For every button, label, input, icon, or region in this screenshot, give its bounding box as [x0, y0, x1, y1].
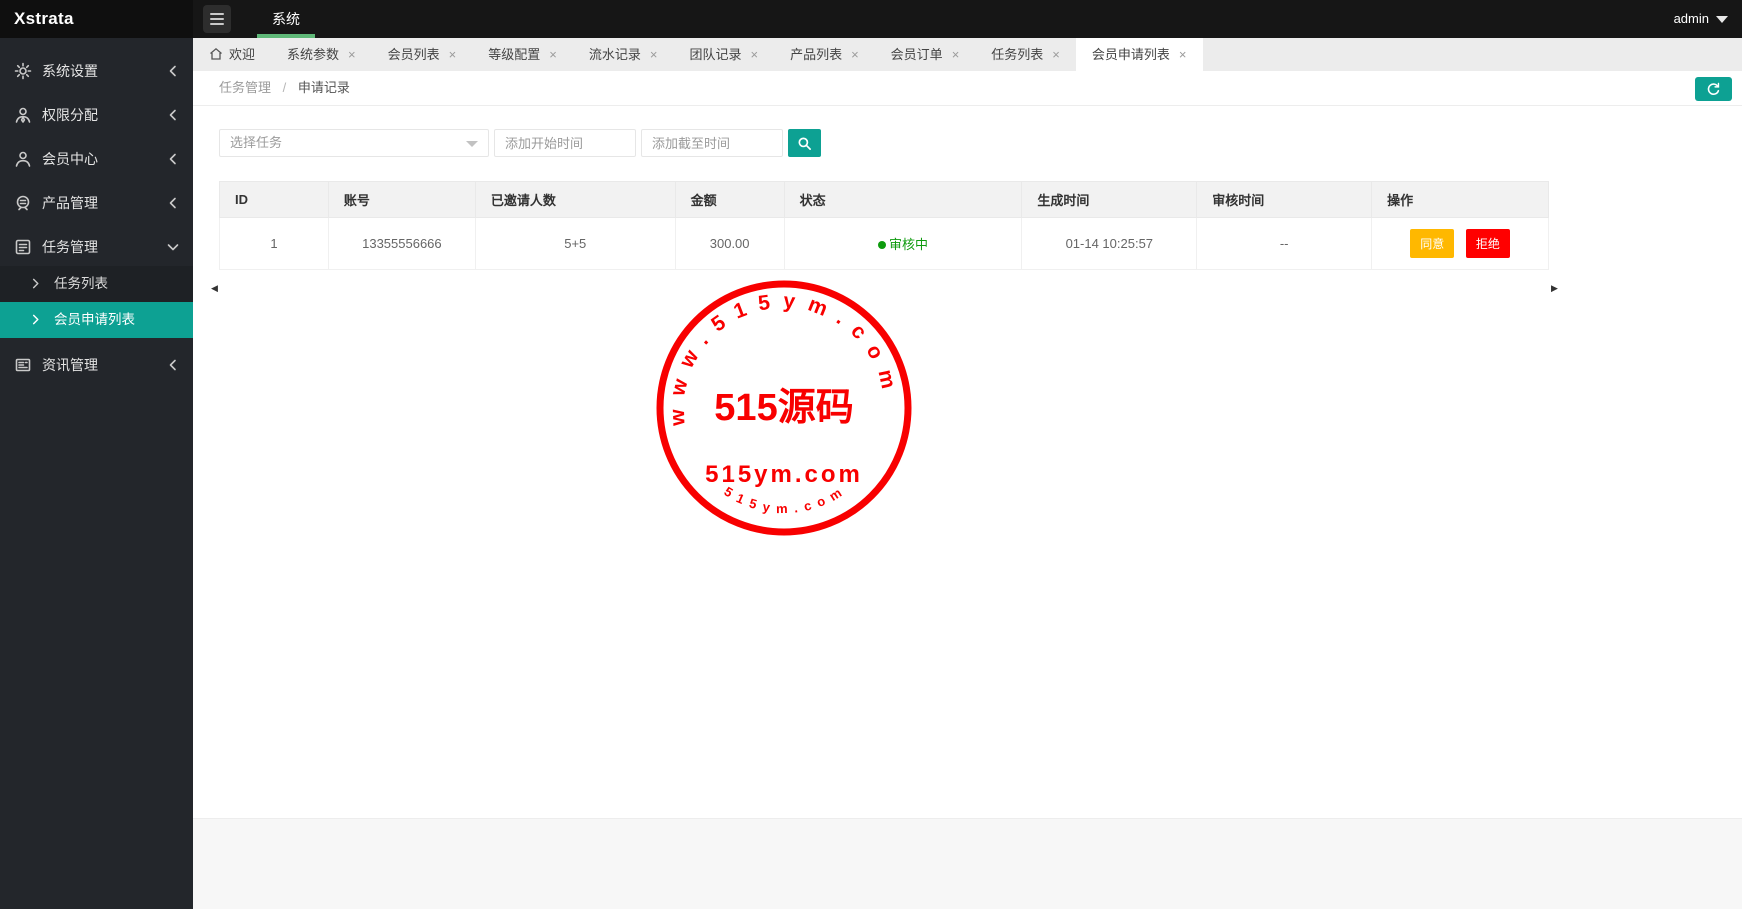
app-logo: Xstrata [0, 0, 193, 38]
breadcrumb-parent[interactable]: 任务管理 [219, 80, 271, 95]
col-header-created-time: 生成时间 [1021, 181, 1198, 218]
tab-system-params[interactable]: 系统参数 × [271, 38, 372, 71]
search-icon [798, 137, 811, 150]
cell-id: 1 [219, 217, 329, 270]
cell-account: 13355556666 [327, 217, 476, 270]
table-row: 1 13355556666 5+5 300.00 审核中 01-14 10:25… [219, 217, 1549, 270]
chevron-left-icon [169, 359, 176, 371]
sidebar-item-product-management[interactable]: 产品管理 [0, 186, 193, 220]
close-icon[interactable]: × [1052, 48, 1060, 61]
search-button[interactable] [788, 129, 821, 157]
sidebar: 系统设置 权限分配 会员中心 产品管理 任务管理 任务列表 会员申请列表 资讯管… [0, 38, 193, 909]
tab-flow-records[interactable]: 流水记录 × [573, 38, 674, 71]
page-content: 选择任务 ID 账号 已邀请人数 金额 [193, 107, 1742, 818]
col-header-actions: 操作 [1371, 181, 1549, 218]
approve-button[interactable]: 同意 [1410, 229, 1455, 258]
cell-review-time: -- [1196, 217, 1373, 270]
filter-row: 选择任务 [219, 129, 821, 157]
chevron-right-icon [32, 278, 39, 289]
active-nav-underline [257, 34, 315, 38]
close-icon[interactable]: × [449, 48, 457, 61]
close-icon[interactable]: × [750, 48, 758, 61]
tab-bar: 欢迎 系统参数 × 会员列表 × 等级配置 × 流水记录 × 团队记录 × 产品列表 × 会… [193, 38, 1742, 71]
username: admin [1673, 11, 1709, 26]
breadcrumb-bar: 任务管理 / 申请记录 [193, 71, 1742, 106]
col-header-invited: 已邀请人数 [474, 181, 676, 218]
cell-status: 审核中 [783, 217, 1023, 270]
chevron-down-icon [167, 244, 179, 251]
sidebar-item-system-settings[interactable]: 系统设置 [0, 54, 193, 88]
user-icon [15, 151, 31, 167]
chevron-left-icon [169, 197, 176, 209]
breadcrumb: 任务管理 / 申请记录 [219, 80, 350, 95]
tab-member-application-list[interactable]: 会员申请列表 × [1075, 38, 1203, 71]
page-footer-area [193, 818, 1742, 909]
sidebar-item-news-management[interactable]: 资讯管理 [0, 348, 193, 382]
tab-member-list[interactable]: 会员列表 × [372, 38, 473, 71]
user-menu[interactable]: admin [1674, 0, 1728, 38]
sidebar-item-task-management[interactable]: 任务管理 [0, 230, 193, 264]
gear-icon [14, 62, 32, 80]
tasks-icon [15, 239, 31, 255]
cell-invited: 5+5 [474, 217, 676, 270]
close-icon[interactable]: × [650, 48, 658, 61]
col-header-review-time: 审核时间 [1196, 181, 1373, 218]
main-area: 欢迎 系统参数 × 会员列表 × 等级配置 × 流水记录 × 团队记录 × 产品列表 × 会… [193, 38, 1742, 909]
col-header-amount: 金额 [674, 181, 785, 218]
chevron-right-icon [32, 314, 39, 325]
scroll-right-icon[interactable]: ▶ [1551, 283, 1558, 294]
sidebar-item-member-center[interactable]: 会员中心 [0, 142, 193, 176]
tab-product-list[interactable]: 产品列表 × [774, 38, 875, 71]
chevron-down-icon [1716, 16, 1728, 24]
chevron-left-icon [169, 109, 176, 121]
col-header-account: 账号 [327, 181, 476, 218]
tab-member-orders[interactable]: 会员订单 × [875, 38, 976, 71]
sidebar-item-permissions[interactable]: 权限分配 [0, 98, 193, 132]
cell-amount: 300.00 [674, 217, 785, 270]
breadcrumb-current: 申请记录 [297, 80, 350, 95]
topnav-item-system[interactable]: 系统 [248, 0, 324, 38]
col-header-status: 状态 [783, 181, 1023, 218]
task-management-submenu: 任务列表 会员申请列表 [0, 266, 193, 338]
start-time-input[interactable] [494, 129, 636, 157]
table-header-row: ID 账号 已邀请人数 金额 状态 生成时间 审核时间 操作 [219, 181, 1549, 218]
tab-task-list[interactable]: 任务列表 × [975, 38, 1076, 71]
close-icon[interactable]: × [549, 48, 557, 61]
applications-table: ID 账号 已邀请人数 金额 状态 生成时间 审核时间 操作 1 1335555… [219, 181, 1549, 270]
close-icon[interactable]: × [952, 48, 960, 61]
reject-button[interactable]: 拒绝 [1465, 229, 1510, 258]
top-bar: Xstrata 系统 admin [0, 0, 1742, 38]
product-icon [16, 195, 30, 211]
status-badge: 审核中 [888, 237, 928, 252]
status-dot-icon [877, 241, 886, 249]
chevron-left-icon [169, 153, 176, 165]
task-select[interactable]: 选择任务 [219, 129, 489, 157]
sidebar-item-member-application-list[interactable]: 会员申请列表 [0, 302, 193, 338]
tab-level-config[interactable]: 等级配置 × [472, 38, 573, 71]
tab-team-records[interactable]: 团队记录 × [673, 38, 774, 71]
chevron-left-icon [169, 65, 176, 77]
close-icon[interactable]: × [348, 48, 356, 61]
news-icon [15, 358, 31, 372]
tab-welcome[interactable]: 欢迎 [193, 38, 271, 71]
end-time-input[interactable] [641, 129, 783, 157]
home-icon [210, 47, 222, 60]
refresh-icon [1707, 82, 1720, 95]
col-header-id: ID [219, 181, 329, 218]
refresh-button[interactable] [1695, 77, 1732, 101]
chevron-down-icon [466, 141, 478, 147]
user-badge-icon [15, 107, 31, 123]
scroll-left-icon[interactable]: ◀ [211, 283, 218, 294]
close-icon[interactable]: × [1179, 48, 1187, 61]
hamburger-menu-icon[interactable] [203, 5, 231, 33]
cell-actions: 同意 拒绝 [1371, 217, 1549, 270]
cell-created-time: 01-14 10:25:57 [1021, 217, 1198, 270]
close-icon[interactable]: × [851, 48, 859, 61]
sidebar-item-task-list[interactable]: 任务列表 [0, 266, 193, 302]
